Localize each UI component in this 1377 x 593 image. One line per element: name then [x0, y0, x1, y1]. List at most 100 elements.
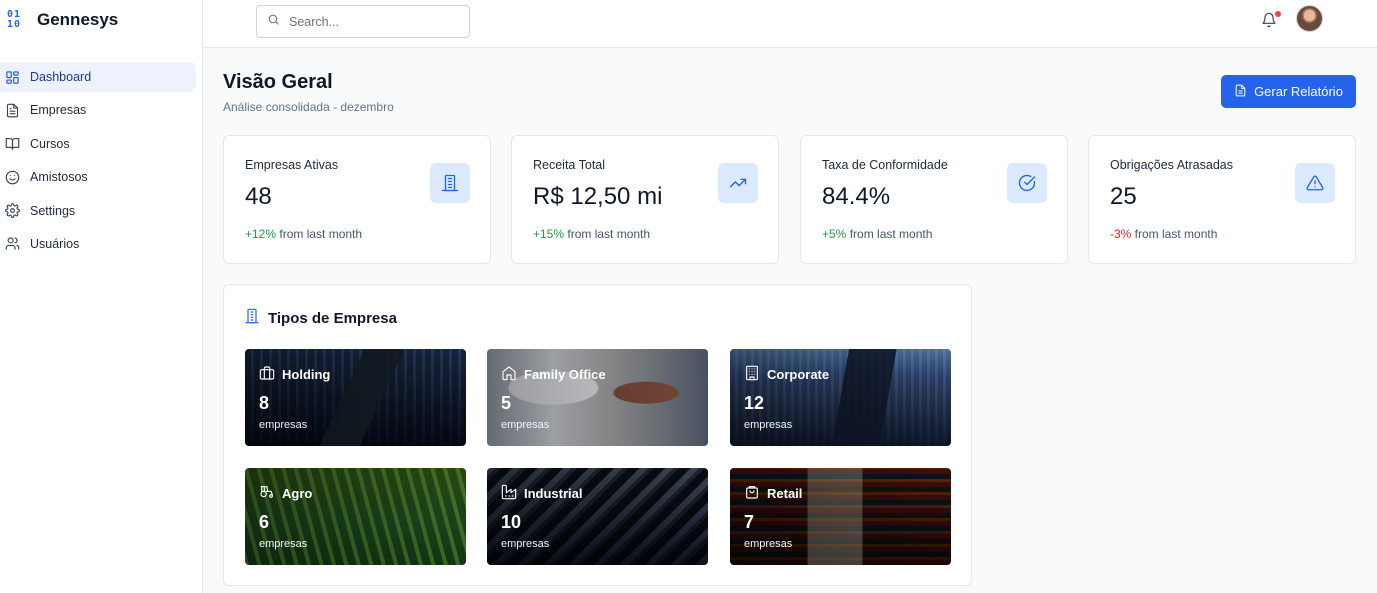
tile-header: Retail	[744, 484, 802, 503]
company-types-title-text: Tipos de Empresa	[268, 309, 397, 327]
building-icon	[430, 163, 470, 203]
file-icon	[1234, 84, 1247, 100]
generate-report-label: Gerar Relatório	[1254, 84, 1343, 99]
sidebar-item-amistosos[interactable]: Amistosos	[0, 162, 196, 192]
stat-card-empresas-ativas: Empresas Ativas 48 +12% from last month	[223, 135, 491, 264]
stat-label: Empresas Ativas	[245, 158, 339, 172]
stat-change-percent: +5%	[822, 227, 847, 241]
tile-name: Corporate	[767, 367, 830, 382]
stat-value: 25	[1110, 183, 1137, 210]
company-type-tile-agro[interactable]: Agro 6 empresas	[245, 468, 466, 565]
notifications-button[interactable]	[1261, 11, 1281, 32]
tile-unit: empresas	[744, 419, 793, 431]
tile-unit: empresas	[501, 419, 550, 431]
sidebar-item-label: Settings	[30, 203, 76, 218]
gear-icon	[4, 203, 20, 219]
stat-card-obrigacoes-atrasadas: Obrigações Atrasadas 25 -3% from last mo…	[1088, 135, 1356, 264]
stat-value: 84.4%	[822, 183, 891, 210]
stat-label: Receita Total	[533, 158, 606, 172]
company-types-panel: Tipos de Empresa Holding 8 empresas Fami…	[223, 284, 972, 586]
company-types-title: Tipos de Empresa	[244, 308, 397, 328]
tile-count: 7	[744, 512, 755, 532]
tile-count: 8	[259, 393, 270, 413]
stat-change-percent: -3%	[1110, 227, 1132, 241]
layout-dashboard-icon	[4, 69, 20, 85]
tile-name: Family Office	[524, 367, 606, 382]
sidebar-item-dashboard[interactable]: Dashboard	[0, 62, 196, 92]
trending-up-icon	[718, 163, 758, 203]
company-type-tile-corporate[interactable]: Corporate 12 empresas	[730, 349, 951, 446]
stat-change-suffix: from last month	[1131, 227, 1218, 241]
check-circle-icon	[1007, 163, 1047, 203]
brand-name: Gennesys	[37, 10, 119, 29]
stat-value: R$ 12,50 mi	[533, 183, 663, 210]
company-type-tile-holding[interactable]: Holding 8 empresas	[245, 349, 466, 446]
book-open-icon	[4, 136, 20, 152]
sidebar-item-label: Dashboard	[30, 70, 92, 84]
stat-value: 48	[245, 183, 272, 210]
stat-change-suffix: from last month	[564, 227, 651, 241]
sidebar-item-label: Cursos	[30, 136, 70, 151]
stat-label: Obrigações Atrasadas	[1110, 158, 1233, 172]
stat-change: -3% from last month	[1110, 227, 1217, 241]
file-text-icon	[4, 102, 20, 118]
users-icon	[4, 236, 20, 252]
page-title: Visão Geral	[223, 71, 333, 93]
tile-unit: empresas	[744, 538, 793, 550]
tile-name: Agro	[282, 486, 313, 501]
tile-count: 10	[501, 512, 522, 532]
factory-icon	[501, 484, 517, 503]
tile-header: Corporate	[744, 365, 829, 384]
sidebar-nav: Dashboard Empresas Cursos Amistosos Sett…	[0, 62, 196, 262]
tile-unit: empresas	[259, 538, 308, 550]
alert-triangle-icon	[1295, 163, 1335, 203]
company-type-tile-industrial[interactable]: Industrial 10 empresas	[487, 468, 708, 565]
stat-card-taxa-conformidade: Taxa de Conformidade 84.4% +5% from last…	[800, 135, 1068, 264]
briefcase-icon	[259, 365, 275, 384]
company-type-tile-family-office[interactable]: Family Office 5 empresas	[487, 349, 708, 446]
sidebar-item-usuarios[interactable]: Usuários	[0, 229, 196, 259]
topbar	[203, 0, 1377, 48]
search-box[interactable]	[256, 5, 470, 38]
sidebar-item-label: Usuários	[30, 236, 80, 251]
generate-report-button[interactable]: Gerar Relatório	[1221, 75, 1356, 108]
tile-header: Family Office	[501, 365, 606, 384]
home-icon	[501, 365, 517, 384]
tile-name: Holding	[282, 367, 331, 382]
bell-icon	[1261, 12, 1277, 32]
sidebar-item-settings[interactable]: Settings	[0, 196, 196, 226]
avatar[interactable]	[1296, 5, 1323, 32]
tile-header: Holding	[259, 365, 330, 384]
office-building-icon	[744, 365, 760, 384]
stat-change: +5% from last month	[822, 227, 932, 241]
search-input[interactable]	[289, 14, 449, 29]
stat-card-receita-total: Receita Total R$ 12,50 mi +15% from last…	[511, 135, 779, 264]
smile-icon	[4, 169, 20, 185]
brand[interactable]: 01 10 Gennesys	[7, 10, 118, 30]
stat-change-percent: +12%	[245, 227, 277, 241]
tile-count: 6	[259, 512, 270, 532]
tile-unit: empresas	[259, 419, 308, 431]
stat-change: +12% from last month	[245, 227, 362, 241]
brand-logo-bottom: 10	[7, 19, 22, 30]
tractor-icon	[259, 484, 275, 503]
sidebar: 01 10 Gennesys Dashboard Empresas Cursos	[0, 0, 203, 593]
company-type-tile-retail[interactable]: Retail 7 empresas	[730, 468, 951, 565]
stat-change-percent: +15%	[533, 227, 565, 241]
sidebar-item-label: Empresas	[30, 103, 87, 118]
tile-count: 5	[501, 393, 512, 413]
tile-header: Agro	[259, 484, 312, 503]
building-icon	[244, 308, 260, 328]
sidebar-item-cursos[interactable]: Cursos	[0, 129, 196, 159]
brand-logo-icon: 01 10	[7, 10, 26, 30]
tile-name: Industrial	[524, 486, 583, 501]
page-subtitle: Análise consolidada - dezembro	[223, 100, 394, 114]
tile-count: 12	[744, 393, 765, 413]
tile-header: Industrial	[501, 484, 583, 503]
tile-name: Retail	[767, 486, 803, 501]
tile-unit: empresas	[501, 538, 550, 550]
sidebar-item-label: Amistosos	[30, 170, 88, 185]
notification-badge	[1275, 11, 1281, 17]
shopping-bag-icon	[744, 484, 760, 503]
sidebar-item-empresas[interactable]: Empresas	[0, 95, 196, 125]
